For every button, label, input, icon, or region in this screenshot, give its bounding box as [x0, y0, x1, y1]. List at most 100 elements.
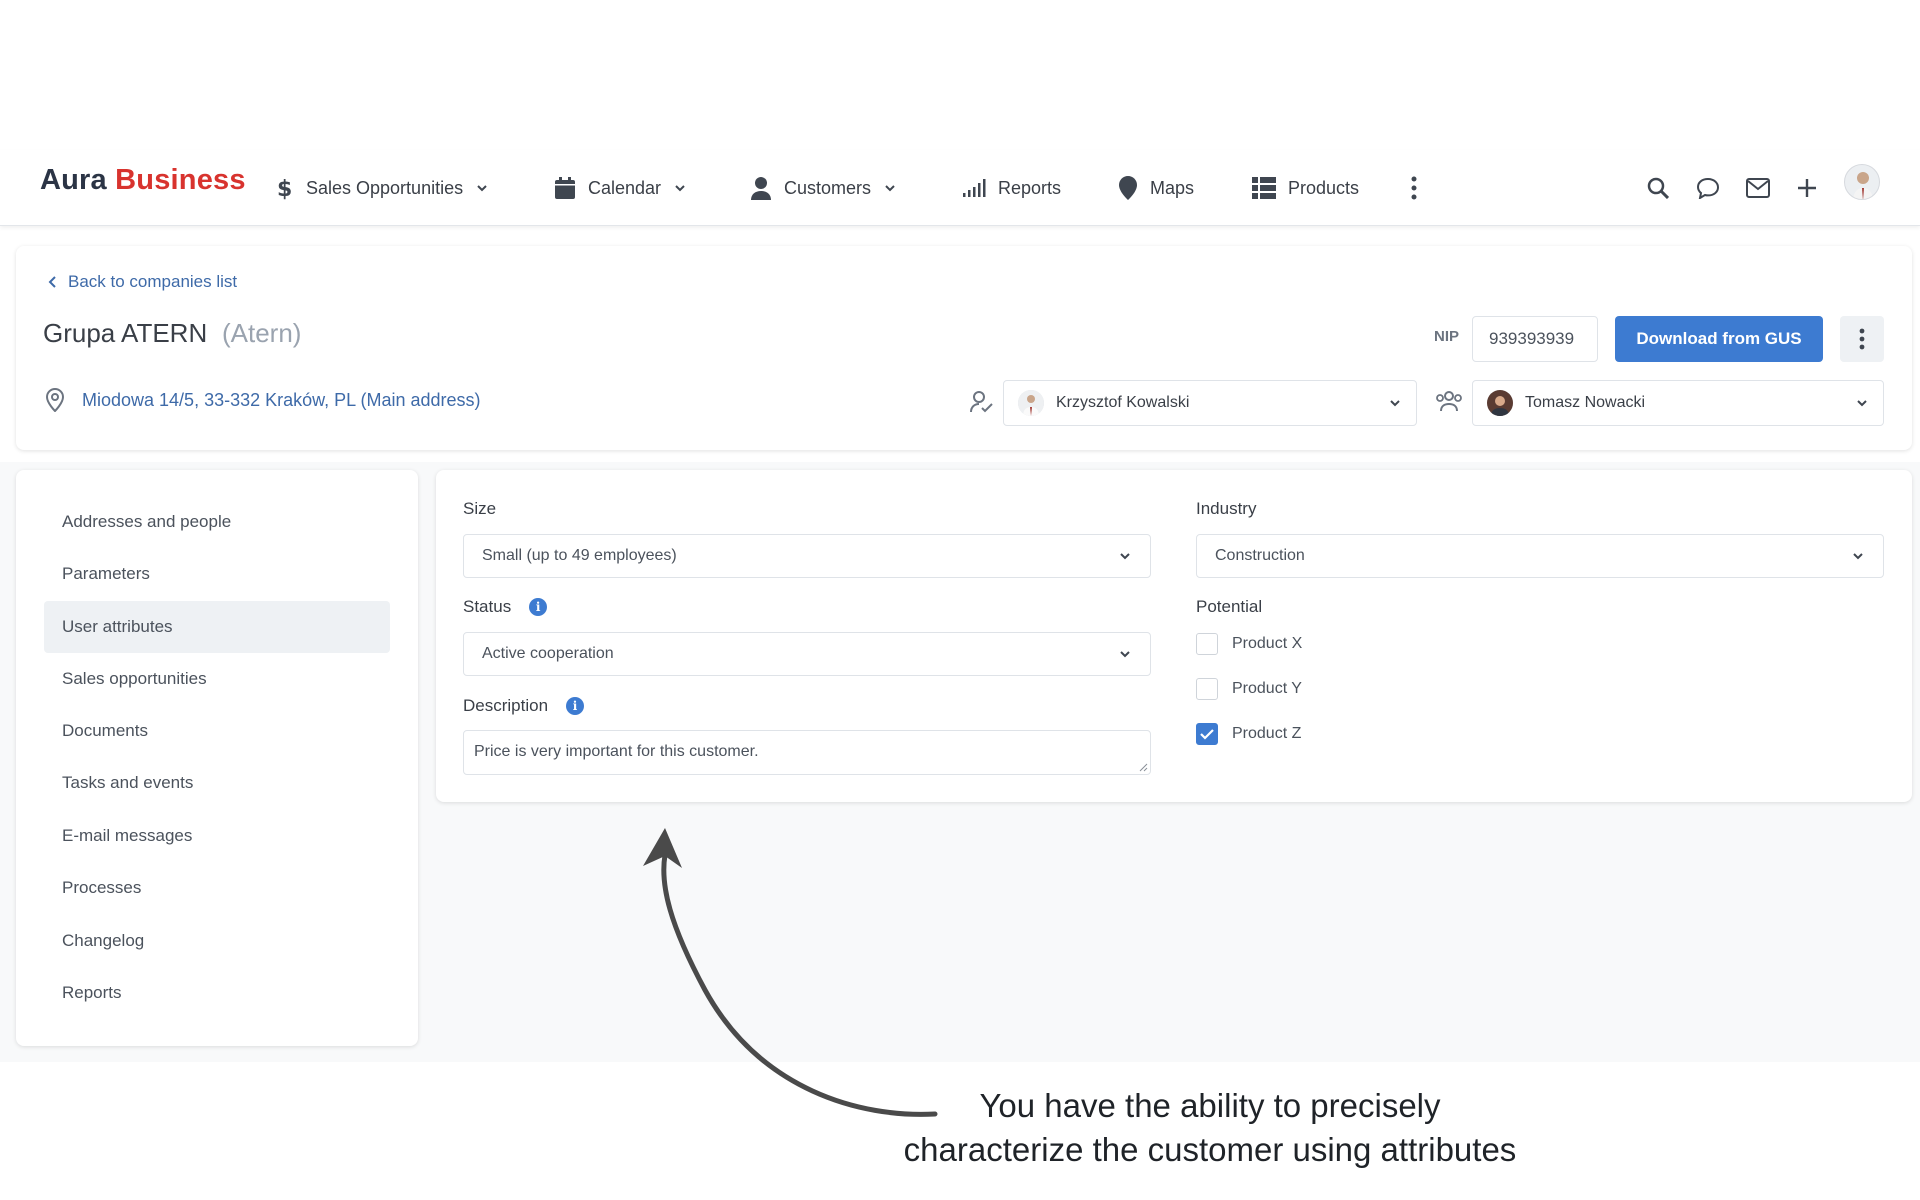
nav-maps-label: Maps	[1150, 177, 1195, 198]
logo-text-accent: Business	[115, 164, 246, 196]
dollar-icon: $	[277, 177, 292, 201]
grid-icon	[1252, 177, 1276, 199]
chevron-down-icon	[477, 185, 487, 192]
sidebar-item-documents[interactable]: Documents	[44, 705, 390, 757]
calendar-icon	[555, 177, 575, 199]
potential-label: Potential	[1196, 597, 1262, 617]
back-link-label: Back to companies list	[68, 272, 238, 291]
nav-calendar-label: Calendar	[588, 177, 662, 198]
back-to-companies-link[interactable]: Back to companies list	[48, 272, 237, 292]
status-label: Status i	[463, 597, 548, 617]
status-label-text: Status	[463, 597, 512, 616]
download-from-gus-button[interactable]: Download from GUS	[1615, 316, 1823, 362]
search-button[interactable]	[1642, 172, 1674, 204]
map-pin-icon	[1119, 176, 1137, 200]
industry-label-text: Industry	[1196, 499, 1257, 518]
location-icon	[46, 388, 64, 412]
description-label-text: Description	[463, 696, 549, 715]
company-address-link[interactable]: Miodowa 14/5, 33-332 Kraków, PL (Main ad…	[46, 388, 481, 412]
status-value: Active cooperation	[482, 645, 614, 662]
chevron-down-icon	[1853, 553, 1863, 560]
sidebar-item-addresses[interactable]: Addresses and people	[44, 496, 390, 548]
chevron-down-icon	[1857, 400, 1867, 407]
team-member-select[interactable]: Tomasz Nowacki	[1472, 380, 1884, 426]
more-menu-button[interactable]	[1398, 172, 1430, 204]
address-text: Miodowa 14/5, 33-332 Kraków, PL (Main ad…	[82, 389, 481, 410]
bar-chart-icon	[963, 179, 986, 197]
owner-select[interactable]: Krzysztof Kowalski	[1003, 380, 1417, 426]
nav-maps[interactable]: Maps	[1118, 168, 1194, 208]
chat-button[interactable]	[1692, 172, 1724, 204]
industry-select[interactable]: Construction	[1196, 534, 1884, 578]
description-textarea[interactable]: Price is very important for this custome…	[463, 730, 1151, 775]
owner-name: Krzysztof Kowalski	[1056, 394, 1190, 411]
company-alias: (Atern)	[222, 318, 302, 348]
team-icon	[1436, 391, 1462, 412]
checkbox[interactable]	[1196, 723, 1218, 745]
nav-calendar[interactable]: Calendar	[554, 168, 687, 208]
company-name: Grupa ATERN	[43, 318, 208, 348]
industry-value: Construction	[1215, 547, 1305, 564]
description-label: Description i	[463, 696, 585, 716]
size-select[interactable]: Small (up to 49 employees)	[463, 534, 1151, 578]
chevron-down-icon	[1390, 400, 1400, 407]
add-button[interactable]	[1791, 172, 1823, 204]
checkbox[interactable]	[1196, 633, 1218, 655]
description-value: Price is very important for this custome…	[474, 743, 759, 760]
mail-button[interactable]	[1742, 172, 1774, 204]
sidebar-item-sales-opportunities[interactable]: Sales opportunities	[44, 653, 390, 705]
owner-avatar	[1018, 390, 1044, 416]
potential-label-text: Potential	[1196, 597, 1263, 616]
nav-customers-label: Customers	[784, 177, 872, 198]
potential-option-product-z[interactable]: Product Z	[1196, 723, 1301, 745]
industry-label: Industry	[1196, 499, 1256, 519]
annotation-caption: You have the ability to precisely charac…	[860, 1084, 1560, 1172]
sidebar-item-user-attributes[interactable]: User attributes	[44, 601, 390, 653]
size-label-text: Size	[463, 499, 497, 518]
chevron-left-icon	[48, 276, 56, 288]
nav-products[interactable]: Products	[1252, 168, 1359, 208]
sidebar-item-reports[interactable]: Reports	[44, 967, 390, 1019]
size-value: Small (up to 49 employees)	[482, 547, 677, 564]
info-icon[interactable]: i	[529, 598, 548, 616]
nav-customers[interactable]: Customers	[750, 168, 897, 208]
resize-handle-icon[interactable]	[1138, 762, 1148, 772]
annotation-arrow	[643, 828, 938, 1117]
sidebar-item-parameters[interactable]: Parameters	[44, 548, 390, 600]
sidebar-item-tasks-events[interactable]: Tasks and events	[44, 757, 390, 809]
nav-sales-label: Sales Opportunities	[306, 177, 464, 198]
check-icon	[1200, 729, 1214, 740]
caption-line-1: You have the ability to precisely	[979, 1087, 1441, 1124]
checkbox-label: Product X	[1232, 635, 1303, 652]
checkbox-label: Product Z	[1232, 725, 1302, 742]
chat-icon	[1696, 177, 1720, 199]
search-icon	[1647, 177, 1669, 199]
company-actions-button[interactable]	[1840, 316, 1884, 362]
chevron-down-icon	[1120, 651, 1130, 658]
info-icon[interactable]: i	[566, 697, 585, 715]
logo-text-primary: Aura	[40, 164, 107, 196]
more-vertical-icon	[1411, 176, 1417, 200]
nip-input[interactable]	[1472, 316, 1598, 362]
nav-reports[interactable]: Reports	[962, 168, 1061, 208]
app-logo[interactable]: Aura Business	[40, 164, 246, 197]
checkbox[interactable]	[1196, 678, 1218, 700]
nav-products-label: Products	[1288, 177, 1360, 198]
sidebar-item-email-messages[interactable]: E-mail messages	[44, 810, 390, 862]
team-member-avatar	[1487, 390, 1513, 416]
person-icon	[751, 177, 771, 200]
size-label: Size	[463, 499, 496, 519]
checkbox-label: Product Y	[1232, 680, 1302, 697]
svg-text:$: $	[277, 177, 292, 201]
team-member-name: Tomasz Nowacki	[1525, 394, 1646, 411]
nav-reports-label: Reports	[998, 177, 1062, 198]
chevron-down-icon	[885, 185, 895, 192]
user-avatar[interactable]	[1844, 164, 1880, 200]
sidebar-item-changelog[interactable]: Changelog	[44, 915, 390, 967]
status-select[interactable]: Active cooperation	[463, 632, 1151, 676]
potential-option-product-x[interactable]: Product X	[1196, 633, 1302, 655]
sidebar-item-processes[interactable]: Processes	[44, 862, 390, 914]
potential-option-product-y[interactable]: Product Y	[1196, 678, 1302, 700]
nav-sales-opportunities[interactable]: $ Sales Opportunities	[274, 168, 489, 208]
caption-line-2: characterize the customer using attribut…	[903, 1131, 1517, 1168]
